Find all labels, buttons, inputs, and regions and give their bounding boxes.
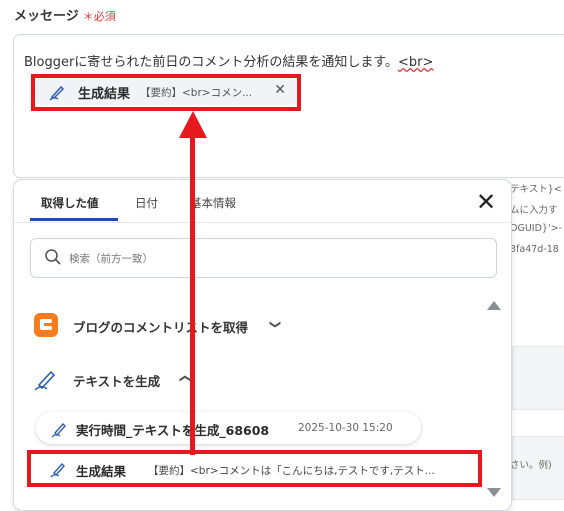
pen-icon bbox=[33, 366, 59, 396]
active-tab-indicator bbox=[30, 218, 118, 221]
highlight-box-chip bbox=[31, 74, 301, 111]
tab-date[interactable]: 日付 bbox=[135, 195, 158, 211]
tab-basic-info[interactable]: 基本情報 bbox=[190, 195, 236, 211]
tab-bar: 取得した値 日付 基本情報 bbox=[14, 180, 511, 223]
required-badge: ＊必須 bbox=[82, 10, 116, 23]
message-text: Bloggerに寄せられた前日のコメント分析の結果を通知します。<br> bbox=[24, 51, 433, 70]
background-text: さい。例) bbox=[510, 460, 552, 471]
background-text: ムに入力す bbox=[510, 205, 558, 216]
tab-acquired-values[interactable]: 取得した値 bbox=[41, 195, 99, 211]
section-label-blog-comments[interactable]: ブログのコメントリストを取得 bbox=[73, 317, 248, 336]
search-input[interactable]: 検索（前方一致） bbox=[30, 238, 497, 278]
item-value: 2025-10-30 15:20 bbox=[298, 422, 393, 434]
item-title: 実行時間_テキストを生成_68608 bbox=[76, 423, 270, 438]
close-icon[interactable]: ✕ bbox=[476, 188, 496, 216]
field-label-text: メッセージ bbox=[14, 9, 79, 24]
background-text: OGUID}'>- bbox=[510, 223, 562, 234]
search-placeholder: 検索（前方一致） bbox=[69, 253, 153, 265]
br-tag: <br> bbox=[398, 55, 434, 70]
background-field bbox=[512, 346, 564, 410]
search-icon bbox=[44, 248, 62, 270]
highlight-box-item bbox=[27, 450, 482, 487]
list-item[interactable]: 実行時間_テキストを生成_68608 2025-10-30 15:20 bbox=[36, 412, 421, 444]
message-body: Bloggerに寄せられた前日のコメント分析の結果を通知します。 bbox=[24, 55, 399, 70]
arrow-up-icon bbox=[179, 111, 207, 138]
blogger-icon bbox=[33, 312, 59, 342]
chevron-down-icon[interactable]: ❯ bbox=[269, 320, 282, 329]
pen-icon bbox=[51, 420, 69, 442]
annotation-arrow-shaft bbox=[190, 135, 195, 455]
background-text: テキスト}< bbox=[510, 184, 562, 195]
section-label-generate-text[interactable]: テキストを生成 bbox=[73, 371, 160, 390]
background-text: 3fa47d-18 bbox=[510, 244, 559, 255]
message-field-label: メッセージ ＊必須 bbox=[14, 5, 116, 24]
scroll-up-arrow[interactable] bbox=[487, 301, 501, 310]
